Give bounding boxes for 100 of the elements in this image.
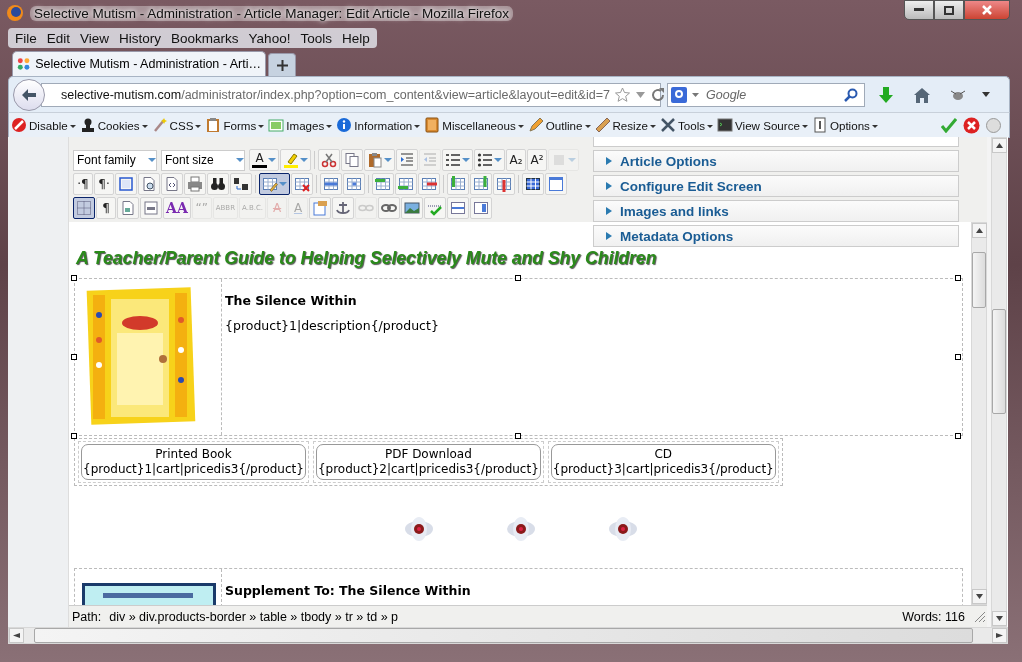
- window-frame-icon: [548, 176, 564, 192]
- flower-icon: [505, 516, 536, 542]
- product-description: {product}1|description{/product}: [225, 318, 439, 333]
- toolbar-menu[interactable]: CSS: [149, 117, 204, 133]
- scrollbar[interactable]: [971, 222, 987, 605]
- scroll-down-arrow-icon: [976, 594, 983, 599]
- scroll-button[interactable]: [992, 611, 1007, 626]
- fullscreen-icon: [118, 176, 134, 192]
- clipboard-icon: [367, 152, 383, 168]
- scroll-button[interactable]: [992, 138, 1007, 153]
- accordion-header[interactable]: Configure Edit Screen: [593, 175, 959, 197]
- resize-handle[interactable]: [955, 275, 961, 281]
- resize-handle[interactable]: [955, 354, 961, 360]
- resize-handle[interactable]: [515, 433, 521, 439]
- table-cell-icon: [346, 176, 362, 192]
- highlighter-icon: [283, 152, 299, 168]
- scrollbar[interactable]: [991, 137, 1007, 627]
- book-icon: [424, 117, 441, 133]
- dropdown[interactable]: Font size: [161, 149, 245, 171]
- scroll-button[interactable]: [9, 628, 24, 643]
- address-field[interactable]: selective-mutism.com/administrator/index.php?option=com_content&view=article&layout=edit&id=7: [41, 82, 661, 107]
- info-icon: [336, 117, 353, 133]
- element-path[interactable]: div » div.products-border » table » tbody » tr » td » p: [109, 609, 398, 624]
- no-entry-icon: [11, 117, 27, 133]
- menu-item[interactable]: Tools: [295, 30, 337, 46]
- search-box[interactable]: Google: [667, 82, 865, 107]
- code-page-icon: [164, 176, 180, 192]
- back-button[interactable]: [13, 78, 45, 111]
- toolbar-button[interactable]: ¶·: [94, 173, 114, 195]
- row-insert-icon: [375, 176, 391, 192]
- purchase-option[interactable]: CD {product}3|cart|pricedis3{/product}: [550, 444, 776, 480]
- dropdown[interactable]: Font family: [73, 149, 157, 171]
- menu-item[interactable]: File: [10, 30, 42, 46]
- toolbar-menu[interactable]: Miscellaneous: [422, 117, 526, 133]
- wrench-screwdriver-icon: [659, 117, 676, 133]
- toolbar-menu[interactable]: Disable: [9, 117, 78, 133]
- toolbar-menu[interactable]: Options: [809, 117, 880, 133]
- toolbar-button[interactable]: A²: [527, 149, 547, 171]
- dropdown-arrow-icon: [692, 92, 699, 97]
- accordion-header[interactable]: Article Options: [593, 150, 959, 172]
- magic-wand-icon: [151, 117, 168, 133]
- toolbar-button[interactable]: ¶: [96, 197, 116, 219]
- toolbar-button[interactable]: [73, 197, 95, 219]
- home-icon: [913, 86, 931, 103]
- word-count: Words: 116: [902, 609, 965, 624]
- row-insert-icon: [398, 176, 414, 192]
- scroll-button[interactable]: [972, 223, 987, 238]
- accordion-header[interactable]: Metadata Options: [593, 225, 959, 247]
- minimize-button[interactable]: [904, 0, 934, 20]
- split-button[interactable]: [259, 173, 290, 195]
- attributes-icon: [312, 200, 329, 216]
- accordion-header[interactable]: Images and links: [593, 200, 959, 222]
- scrollbar-thumb[interactable]: [972, 252, 986, 309]
- toolbar-menu[interactable]: Outline: [525, 117, 593, 133]
- menu-item[interactable]: Yahoo!: [243, 30, 296, 46]
- reload-icon: [650, 87, 665, 102]
- menu-item[interactable]: View: [75, 30, 115, 46]
- split-button[interactable]: A: [249, 149, 279, 171]
- menu-item[interactable]: Edit: [41, 30, 76, 46]
- scroll-button[interactable]: [992, 628, 1007, 643]
- close-icon: [982, 5, 992, 15]
- menu-item[interactable]: History: [114, 30, 167, 46]
- toolbar-menu[interactable]: Forms: [203, 117, 267, 133]
- purchase-option[interactable]: Printed Book {product}1|cart|pricedis3{/product}: [81, 444, 306, 480]
- table-delete-icon: [294, 176, 310, 192]
- new-tab-button[interactable]: [268, 53, 296, 76]
- bullet-list-icon: [477, 152, 493, 168]
- menu-item[interactable]: Help: [336, 30, 375, 46]
- product-title: The Silence Within: [225, 293, 357, 308]
- toolbar-button[interactable]: AA: [163, 197, 191, 219]
- toolbar-button[interactable]: A₂: [506, 149, 526, 171]
- back-arrow-icon: [21, 87, 37, 102]
- toolbar-menu[interactable]: Resize: [592, 117, 658, 133]
- toolbar-menu[interactable]: Information: [334, 117, 423, 133]
- purchase-option[interactable]: PDF Download {product}2|cart|pricedis3{/product}: [315, 444, 541, 480]
- scroll-button[interactable]: [972, 589, 987, 604]
- toolbar-menu[interactable]: Cookies: [77, 117, 150, 133]
- check-icon: [941, 117, 957, 133]
- column-delete-icon: [496, 176, 512, 192]
- column-insert-icon: [450, 176, 466, 192]
- maximize-icon: [944, 5, 954, 15]
- caret-right-icon: [606, 182, 612, 190]
- maximize-button[interactable]: [934, 0, 964, 20]
- toolbar-button[interactable]: ·¶: [73, 173, 93, 195]
- resize-handle[interactable]: [955, 433, 961, 439]
- scrollbar-thumb[interactable]: [992, 308, 1006, 415]
- resize-handle[interactable]: [515, 275, 521, 281]
- browser-tab[interactable]: Selective Mutism - Administration - Arti…: [12, 51, 266, 76]
- toolbar-menu[interactable]: Images: [266, 117, 335, 133]
- resize-handle[interactable]: [71, 433, 77, 439]
- toolbar-menu[interactable]: Tools: [657, 117, 716, 133]
- toolbar-menu[interactable]: View Source: [715, 117, 810, 133]
- menu-item[interactable]: Bookmarks: [166, 30, 244, 46]
- firefox-logo-icon: [6, 4, 24, 22]
- close-button[interactable]: [964, 0, 1010, 20]
- plus-icon: [276, 59, 288, 71]
- resize-handle[interactable]: [71, 275, 77, 281]
- resize-handle[interactable]: [71, 354, 77, 360]
- ruler-icon: [594, 117, 611, 133]
- layer-icon: [473, 200, 490, 216]
